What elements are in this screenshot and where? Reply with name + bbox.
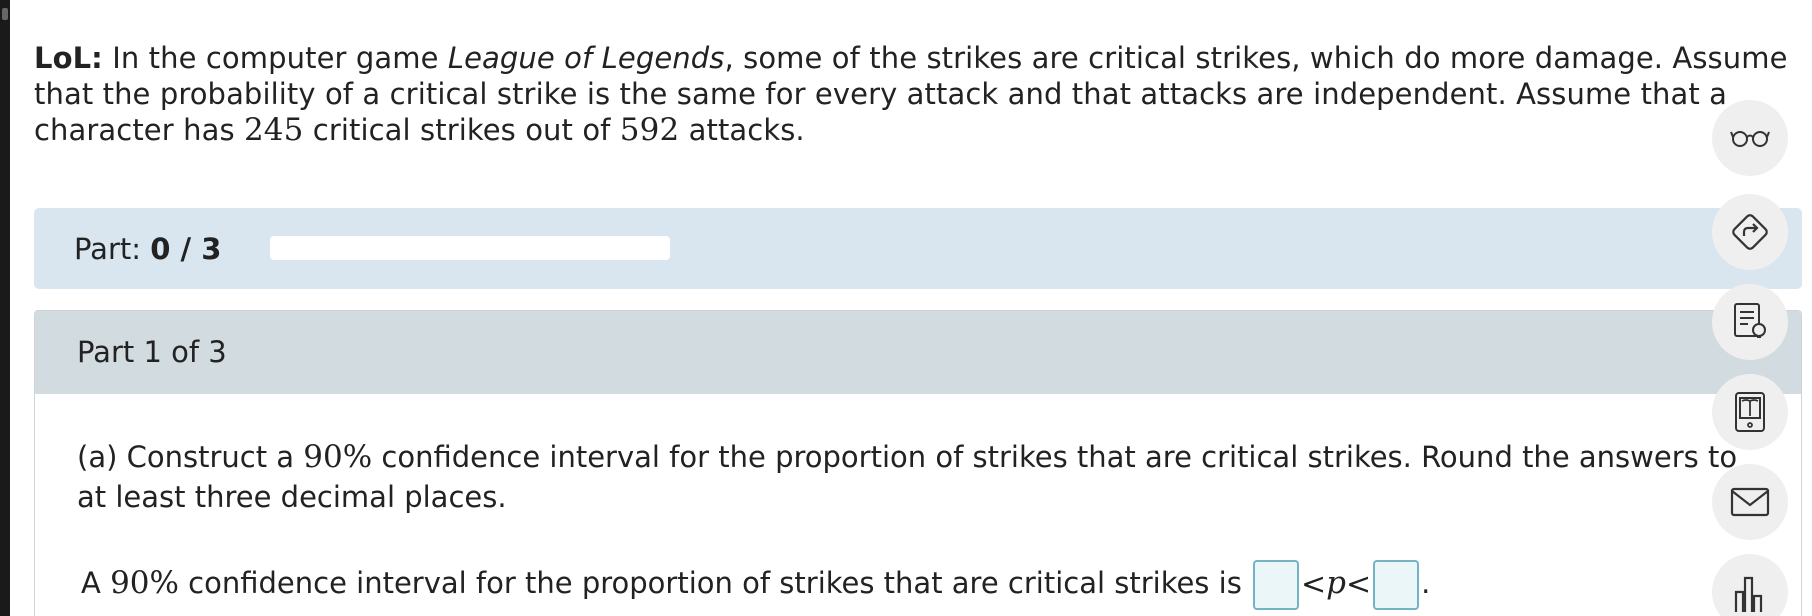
ebook-button[interactable]: [1712, 374, 1788, 450]
question-text-1: (a) Construct a: [77, 440, 304, 474]
progress-label: Part: 0 / 3: [74, 232, 221, 266]
question-confidence: 90%: [303, 439, 373, 475]
problem-statement: LoL: In the computer game League of Lege…: [34, 40, 1804, 148]
ebook-icon: [1735, 392, 1765, 432]
answer-period: .: [1421, 566, 1431, 600]
progress-track: [270, 236, 670, 260]
progress-label-text: Part:: [74, 232, 151, 266]
answer-confidence: 90%: [110, 565, 179, 601]
mail-icon: [1730, 487, 1770, 517]
critical-count: 245: [243, 112, 304, 148]
part-header: Part 1 of 3: [35, 311, 1801, 394]
readspeaker-button[interactable]: [1712, 100, 1788, 176]
part-title: Part 1 of 3: [77, 335, 227, 369]
part-progress-panel: Part: 0 / 3: [34, 208, 1802, 289]
question-text: (a) Construct a 90% confidence interval …: [77, 437, 1757, 517]
share-arrow-icon: [1732, 214, 1768, 250]
attack-count: 592: [619, 112, 680, 148]
hints-button[interactable]: [1712, 284, 1788, 360]
problem-text-4: attacks.: [679, 113, 805, 147]
less-than-sign: <: [1346, 567, 1372, 602]
answer-text-1: A: [81, 566, 111, 600]
problem-label: LoL:: [34, 41, 103, 75]
progress-value: 0 / 3: [150, 232, 222, 266]
share-button[interactable]: [1712, 194, 1788, 270]
answer-line: A 90% confidence interval for the propor…: [81, 557, 1430, 611]
glasses-icon: [1730, 131, 1770, 147]
bar-chart-icon: [1734, 576, 1763, 612]
problem-text-1: In the computer game: [102, 41, 448, 75]
variable-p: p: [1326, 565, 1347, 601]
part-card: Part 1 of 3 (a) Construct a 90% confiden…: [34, 310, 1802, 616]
answer-text-2: confidence interval for the proportion o…: [178, 566, 1252, 600]
game-name: League of Legends: [447, 41, 725, 75]
messages-button[interactable]: [1712, 464, 1788, 540]
upper-bound-input[interactable]: [1373, 560, 1420, 610]
lower-bound-input[interactable]: [1253, 560, 1300, 610]
notes-lightbulb-icon: [1734, 303, 1766, 338]
less-than-sign: <: [1301, 567, 1327, 602]
window-edge: [0, 0, 10, 616]
problem-text-3: critical strikes out of: [303, 113, 620, 147]
